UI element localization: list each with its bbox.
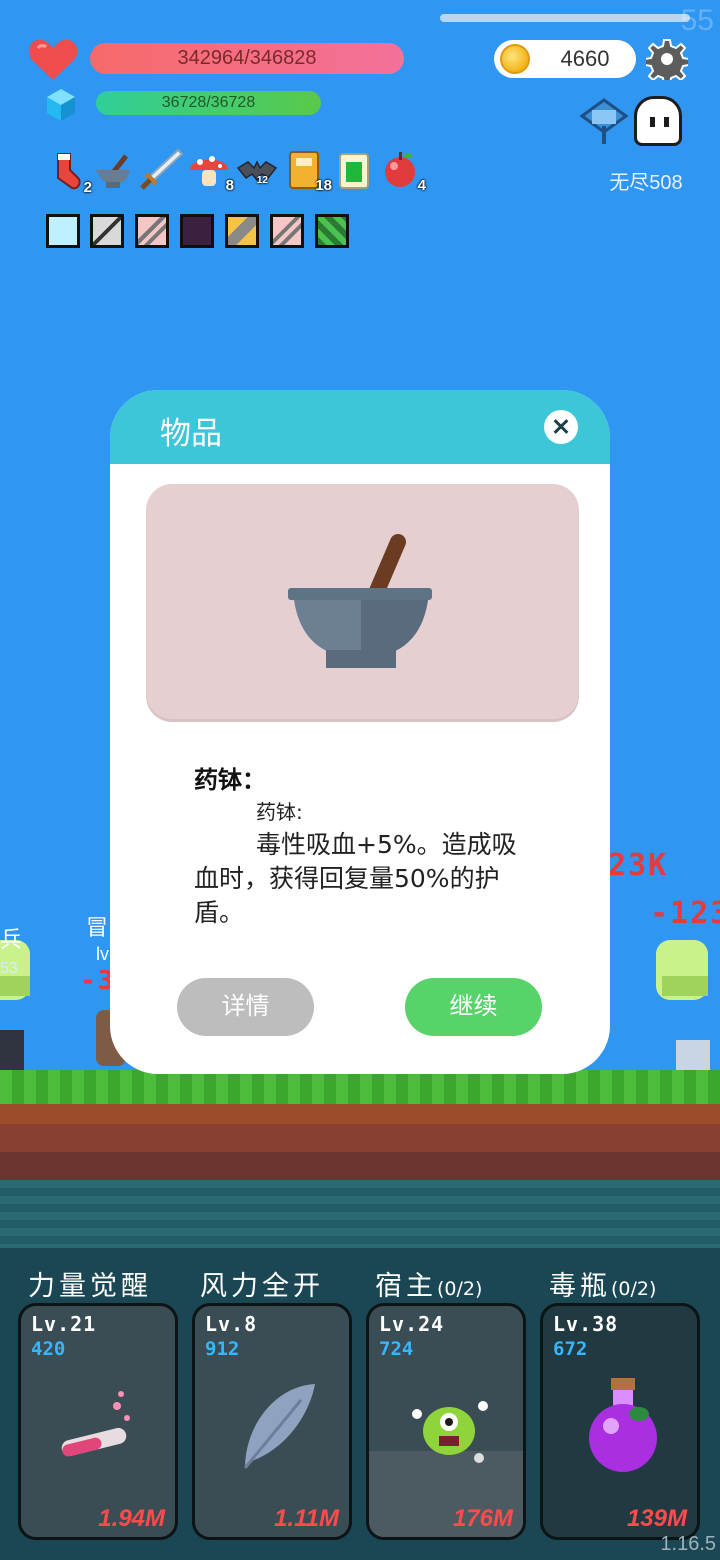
mushroom-icon[interactable]: 8 (188, 148, 234, 194)
adventurer-level-label: lv (96, 944, 109, 964)
enemy-left (0, 1030, 24, 1070)
close-button[interactable] (544, 410, 578, 444)
shadow-skill-icon[interactable] (180, 214, 214, 248)
card-title: 毒瓶(0/2) (549, 1271, 657, 1302)
dialog-title: 物品 (160, 416, 222, 451)
card-title: 宿主(0/2) (375, 1271, 483, 1302)
hp-value: 342964/346828 (177, 47, 317, 69)
endless-mode-icon[interactable] (578, 96, 630, 148)
ground-dirt-deep (0, 1152, 720, 1180)
mp-value: 36728/36728 (161, 94, 256, 111)
card-title: 力量觉醒 (28, 1271, 152, 1302)
card-title: 风力全开 (200, 1271, 324, 1302)
gravestone (676, 1040, 710, 1072)
item-description: 毒性吸血+5%。造成吸血时，获得回复量50%的护盾。 (194, 830, 517, 927)
ground-dirt-mid (0, 1124, 720, 1152)
slash-skill-icon[interactable] (135, 214, 169, 248)
blade-skill-icon[interactable] (90, 214, 124, 248)
poison-flask-icon (589, 1378, 657, 1472)
heart-icon (28, 39, 78, 80)
damage-number: -123 (650, 896, 720, 931)
skill-card-wind[interactable]: Lv.8 912 1.11M (192, 1303, 352, 1540)
enemy-level-label: 53 (0, 960, 18, 977)
continue-button[interactable]: 继续 (405, 978, 542, 1036)
gold-value: 4660 (560, 46, 610, 71)
mortar-icon[interactable] (92, 150, 134, 192)
sword-icon[interactable] (138, 146, 184, 190)
book-icon[interactable]: 18 (286, 148, 332, 194)
tree-right (656, 940, 708, 1000)
item-subtitle: 药钵: (256, 800, 303, 824)
bat-icon[interactable]: 12 (236, 150, 278, 192)
damage-number: 23K (608, 848, 669, 883)
skill-card-poison[interactable]: Lv.38 672 139M (540, 1303, 700, 1540)
fps-counter: 55 (680, 4, 714, 37)
poison-skill-icon[interactable] (315, 214, 349, 248)
detail-button[interactable]: 详情 (177, 978, 314, 1036)
version-label: 1.16.5 (660, 1533, 716, 1555)
feather-icon (243, 1384, 315, 1469)
endless-level-label: 无尽508 (609, 172, 683, 194)
ground-grass (0, 1070, 720, 1106)
settings-gear-icon[interactable] (646, 38, 688, 80)
item-preview (146, 484, 579, 722)
item-name: 药钵： (194, 766, 266, 794)
card-icon[interactable] (336, 150, 378, 192)
lightbulb-skill-icon[interactable] (46, 214, 80, 248)
slash2-skill-icon[interactable] (270, 214, 304, 248)
enemy-name-label: 兵 (0, 927, 23, 952)
shield-skill-icon[interactable] (225, 214, 259, 248)
mana-gem-icon (47, 89, 75, 121)
potion-tube-icon (61, 1391, 130, 1457)
mortar-icon (288, 534, 432, 668)
virus-monster-icon (412, 1401, 488, 1463)
ghost-icon[interactable] (634, 96, 682, 146)
adventurer-name-label: 冒 (86, 915, 109, 940)
coin-icon (500, 44, 530, 74)
item-dialog: 物品 药钵： 药钵: 毒性吸血+5%。造成吸血时，获得回复量50%的护盾。 详情… (110, 390, 610, 1074)
sock-icon[interactable]: 2 (46, 150, 92, 196)
ground-dirt (0, 1104, 720, 1124)
apple-icon[interactable]: 4 (380, 148, 426, 194)
skill-card-power[interactable]: Lv.21 420 1.94M (18, 1303, 178, 1540)
top-progress-bar (440, 14, 690, 22)
skill-card-host[interactable]: Lv.24 724 176M (366, 1303, 526, 1540)
